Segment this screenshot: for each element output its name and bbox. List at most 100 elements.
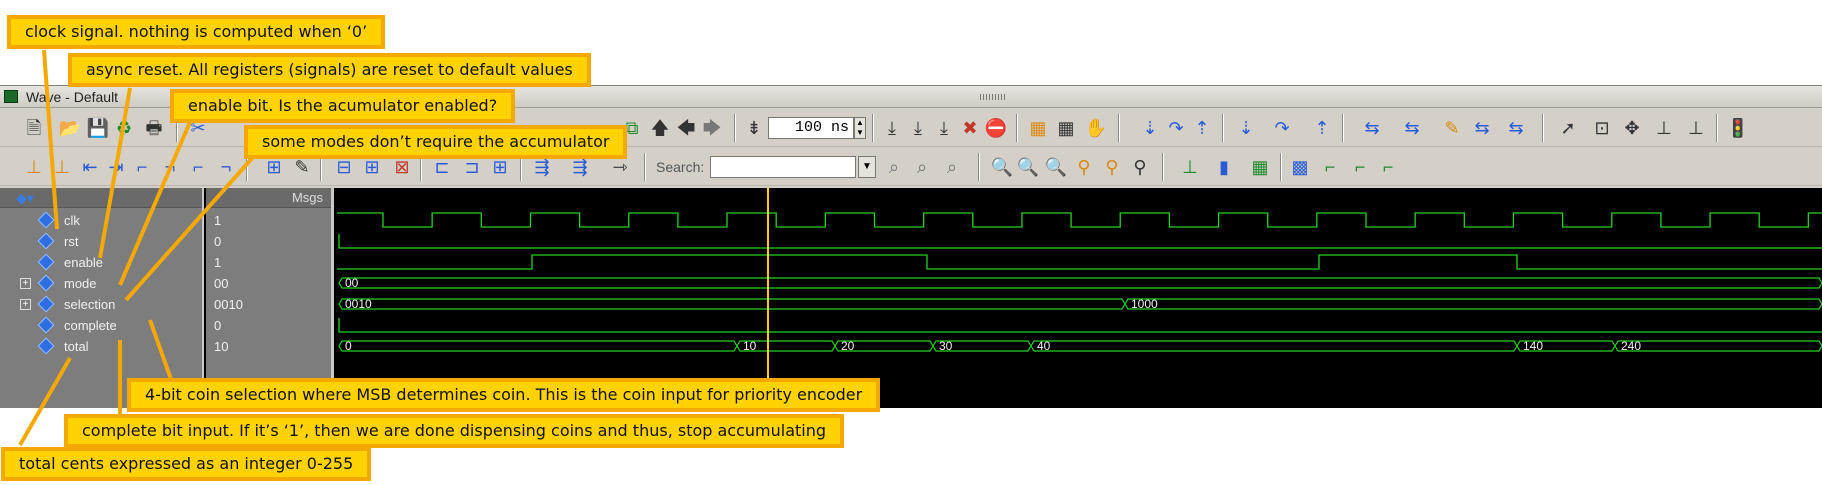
signal-row-clk[interactable]: clk: [0, 210, 202, 231]
open-folder-icon[interactable]: 📂: [58, 116, 82, 140]
toolbar-separator: [978, 153, 980, 181]
signal-value-row-selection[interactable]: 0010: [206, 294, 331, 315]
find-edge-next-icon[interactable]: ¬: [214, 155, 238, 179]
arrow-up-icon[interactable]: 🡅: [648, 116, 672, 140]
wave-grid-icon[interactable]: ▩: [1288, 155, 1312, 179]
signal-row-mode[interactable]: + mode: [0, 273, 202, 294]
step-over-icon[interactable]: ↷: [1164, 116, 1188, 140]
search-label: Search:: [656, 159, 705, 175]
search-dropdown-icon[interactable]: ▼: [858, 156, 876, 178]
break-icon[interactable]: ✖: [958, 116, 982, 140]
sync-edit-icon[interactable]: ✎: [1440, 116, 1464, 140]
sync-icon[interactable]: ⇆: [1360, 116, 1384, 140]
cursor-icon[interactable]: ⊥: [1684, 116, 1708, 140]
signal-name: complete: [64, 318, 117, 333]
run-icon[interactable]: ⤓: [880, 116, 904, 140]
step-over-next-icon[interactable]: ↷: [1270, 116, 1294, 140]
run-time-input[interactable]: 100 ns: [768, 117, 854, 139]
signal-value-row-total[interactable]: 10: [206, 336, 331, 357]
pointer-icon[interactable]: ➚: [1556, 116, 1580, 140]
signal-value: 0: [214, 234, 222, 249]
signal-value-row-clk[interactable]: 1: [206, 210, 331, 231]
signal-name: clk: [64, 213, 80, 228]
signal-value: 1: [214, 213, 222, 228]
step-icon[interactable]: ▦: [1054, 116, 1078, 140]
signal-value-row-rst[interactable]: 0: [206, 231, 331, 252]
annotation-selection: 4-bit coin selection where MSB determine…: [127, 378, 881, 412]
signal-value-row-mode[interactable]: 00: [206, 273, 331, 294]
cursor-line-icon[interactable]: ⊥: [1178, 155, 1202, 179]
signal-value-row-enable[interactable]: 1: [206, 252, 331, 273]
hand-icon[interactable]: ✋: [1084, 116, 1108, 140]
new-file-icon[interactable]: 🗎: [22, 116, 46, 140]
expand-icon[interactable]: +: [20, 278, 31, 289]
cursor-bar-icon[interactable]: ▮: [1212, 155, 1236, 179]
signal-value: 1: [214, 255, 222, 270]
zoom-out-icon[interactable]: 🔍: [1016, 155, 1040, 179]
run-all-icon[interactable]: ⤓: [932, 116, 956, 140]
search-options-icon[interactable]: ⌕: [940, 155, 964, 179]
delete-cursor-icon[interactable]: ⊥: [50, 155, 74, 179]
total-bus-label: 20: [841, 339, 855, 353]
prev-edge-icon[interactable]: ⌐: [130, 155, 154, 179]
waveform-canvas[interactable]: 00 0010 1000 0 10 20 30 40 140 240: [337, 188, 1822, 408]
toolbar-separator: [644, 153, 646, 181]
arrow-left-icon[interactable]: 🡄: [674, 116, 698, 140]
title-grip-icon[interactable]: [980, 94, 1006, 100]
cursor-fill-icon[interactable]: ▦: [1248, 155, 1272, 179]
continue-run-icon[interactable]: ⤓: [906, 116, 930, 140]
complete-trace: [338, 318, 1822, 333]
reload-icon[interactable]: ♻: [112, 116, 136, 140]
search-prev-icon[interactable]: ⌕: [882, 155, 906, 179]
signal-row-rst[interactable]: rst: [0, 231, 202, 252]
restart-icon[interactable]: ▦: [1026, 116, 1050, 140]
signal-value-row-complete[interactable]: 0: [206, 315, 331, 336]
edit-wave-icon[interactable]: ⊥: [1652, 116, 1676, 140]
step-into-next-icon[interactable]: ⇣: [1234, 116, 1258, 140]
zoom-cursor-icon[interactable]: ⚲: [1072, 155, 1096, 179]
signal-row-total[interactable]: total: [0, 336, 202, 357]
insert-cursor-icon[interactable]: ⊥: [22, 155, 46, 179]
signal-row-enable[interactable]: enable: [0, 252, 202, 273]
expand-icon[interactable]: +: [20, 299, 31, 310]
find-edge-icon[interactable]: ⌐: [186, 155, 210, 179]
wave-step-icon[interactable]: ⌐: [1318, 155, 1342, 179]
selection-bus-label: 0010: [345, 297, 372, 311]
next-edge-icon[interactable]: ¬: [158, 155, 182, 179]
prev-transition-icon[interactable]: ⇤: [78, 155, 102, 179]
save-icon[interactable]: 💾: [86, 116, 110, 140]
signal-row-selection[interactable]: + selection: [0, 294, 202, 315]
zoom-region-icon[interactable]: ⚲: [1128, 155, 1152, 179]
print-icon[interactable]: 🖶: [142, 116, 166, 140]
sync-add-icon[interactable]: ⇆: [1504, 116, 1528, 140]
zoom-in-icon[interactable]: 🔍: [990, 155, 1014, 179]
zoom-full-icon[interactable]: 🔍: [1044, 155, 1068, 179]
step-out-icon[interactable]: ⇡: [1190, 116, 1214, 140]
sync-list-icon[interactable]: ⇆: [1470, 116, 1494, 140]
next-transition-icon[interactable]: ⇥: [104, 155, 128, 179]
zoom-box-icon[interactable]: ⊡: [1590, 116, 1614, 140]
signal-diamond-icon: [37, 253, 55, 271]
signal-tool-icon[interactable]: ◆▾: [16, 190, 34, 207]
arrow-right-icon[interactable]: 🡆: [700, 116, 724, 140]
search-next-icon[interactable]: ⌕: [910, 155, 934, 179]
traffic-light-icon[interactable]: 🚦: [1726, 116, 1750, 140]
step-out-next-icon[interactable]: ⇡: [1310, 116, 1334, 140]
signal-name: enable: [64, 255, 104, 270]
total-bus-label: 0: [345, 339, 352, 353]
sync-next-icon[interactable]: ⇆: [1400, 116, 1424, 140]
stop-icon[interactable]: ⛔: [984, 116, 1008, 140]
toolbar-separator: [872, 114, 874, 142]
pan-icon[interactable]: ✥: [1620, 116, 1644, 140]
annotation-total: total cents expressed as an integer 0-25…: [1, 447, 372, 481]
wave-pulse-icon[interactable]: ⌐: [1376, 155, 1400, 179]
step-into-icon[interactable]: ⇣: [1138, 116, 1162, 140]
run-time-spinner[interactable]: ▲ ▼: [854, 117, 866, 139]
run-length-icon[interactable]: ⇟: [742, 116, 766, 140]
signal-diamond-icon: [37, 211, 55, 229]
signal-name: mode: [64, 276, 97, 291]
wave-edge-icon[interactable]: ⌐: [1348, 155, 1372, 179]
signal-row-complete[interactable]: complete: [0, 315, 202, 336]
zoom-between-icon[interactable]: ⚲: [1100, 155, 1124, 179]
search-input[interactable]: [710, 156, 856, 178]
